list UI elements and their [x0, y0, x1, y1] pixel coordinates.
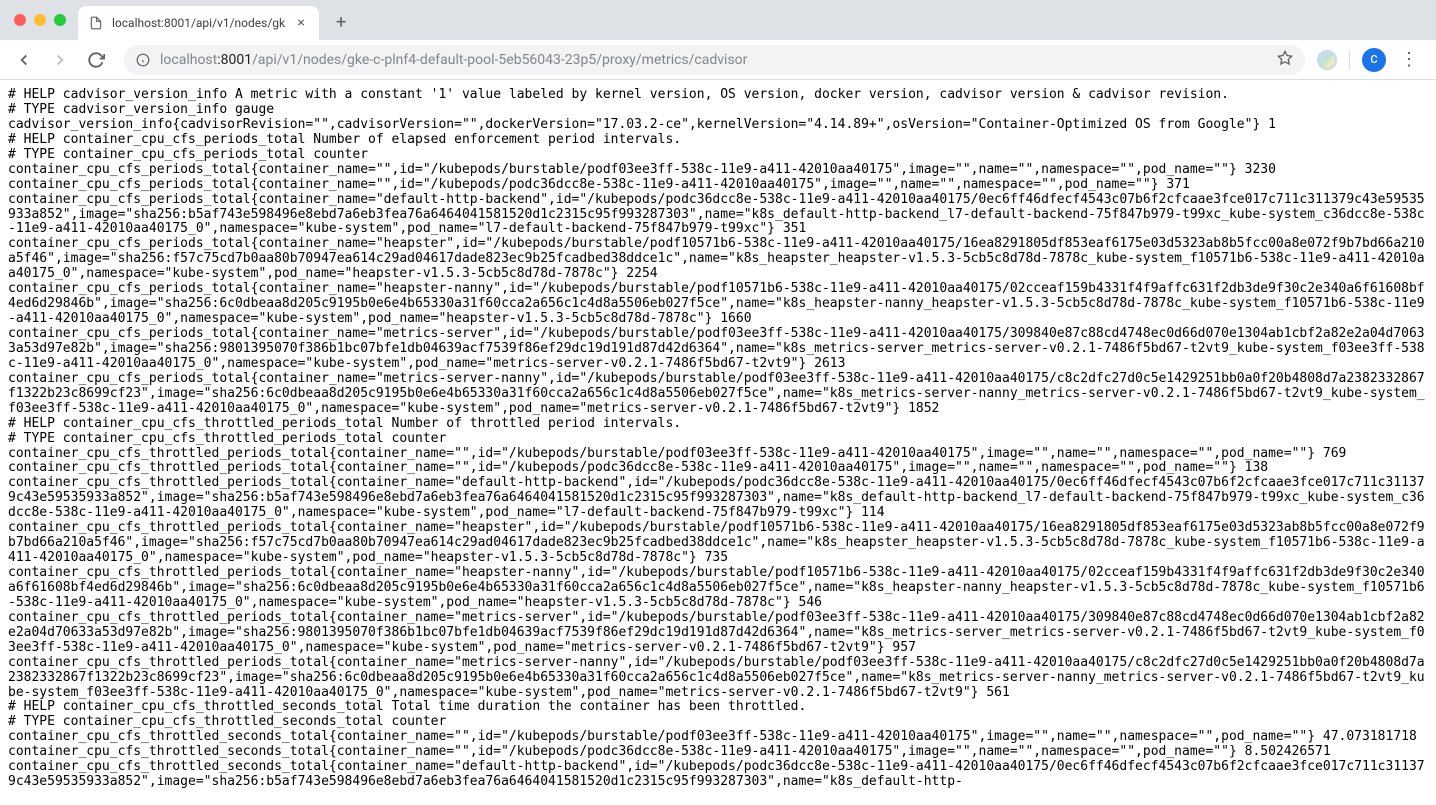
site-info-icon[interactable]: [136, 53, 150, 67]
address-bar[interactable]: localhost:8001/api/v1/nodes/gke-c-plnf4-…: [124, 45, 1305, 75]
page-content[interactable]: # HELP cadvisor_version_info A metric wi…: [0, 80, 1436, 805]
menu-button[interactable]: ⋮: [1394, 49, 1424, 70]
extension-icon[interactable]: [1317, 50, 1337, 70]
window-controls: [10, 14, 78, 26]
close-window-button[interactable]: [14, 14, 26, 26]
tab-title: localhost:8001/api/v1/nodes/gk: [112, 16, 285, 30]
new-tab-button[interactable]: +: [327, 8, 355, 36]
maximize-window-button[interactable]: [54, 14, 66, 26]
toolbar: localhost:8001/api/v1/nodes/gke-c-plnf4-…: [0, 40, 1436, 80]
tab-bar: localhost:8001/api/v1/nodes/gk × +: [0, 0, 1436, 40]
back-button[interactable]: [8, 44, 40, 76]
toolbar-right: C ⋮: [1317, 48, 1428, 72]
minimize-window-button[interactable]: [34, 14, 46, 26]
browser-tab[interactable]: localhost:8001/api/v1/nodes/gk ×: [78, 6, 319, 40]
browser-chrome: localhost:8001/api/v1/nodes/gk × + local…: [0, 0, 1436, 80]
metrics-output: # HELP cadvisor_version_info A metric wi…: [8, 88, 1428, 790]
reload-button[interactable]: [80, 44, 112, 76]
bookmark-icon[interactable]: [1277, 50, 1293, 70]
forward-button[interactable]: [44, 44, 76, 76]
separator: [1349, 50, 1350, 70]
address-text: localhost:8001/api/v1/nodes/gke-c-plnf4-…: [160, 52, 1267, 68]
file-icon: [88, 15, 104, 31]
close-tab-button[interactable]: ×: [293, 15, 309, 31]
profile-avatar[interactable]: C: [1362, 48, 1386, 72]
